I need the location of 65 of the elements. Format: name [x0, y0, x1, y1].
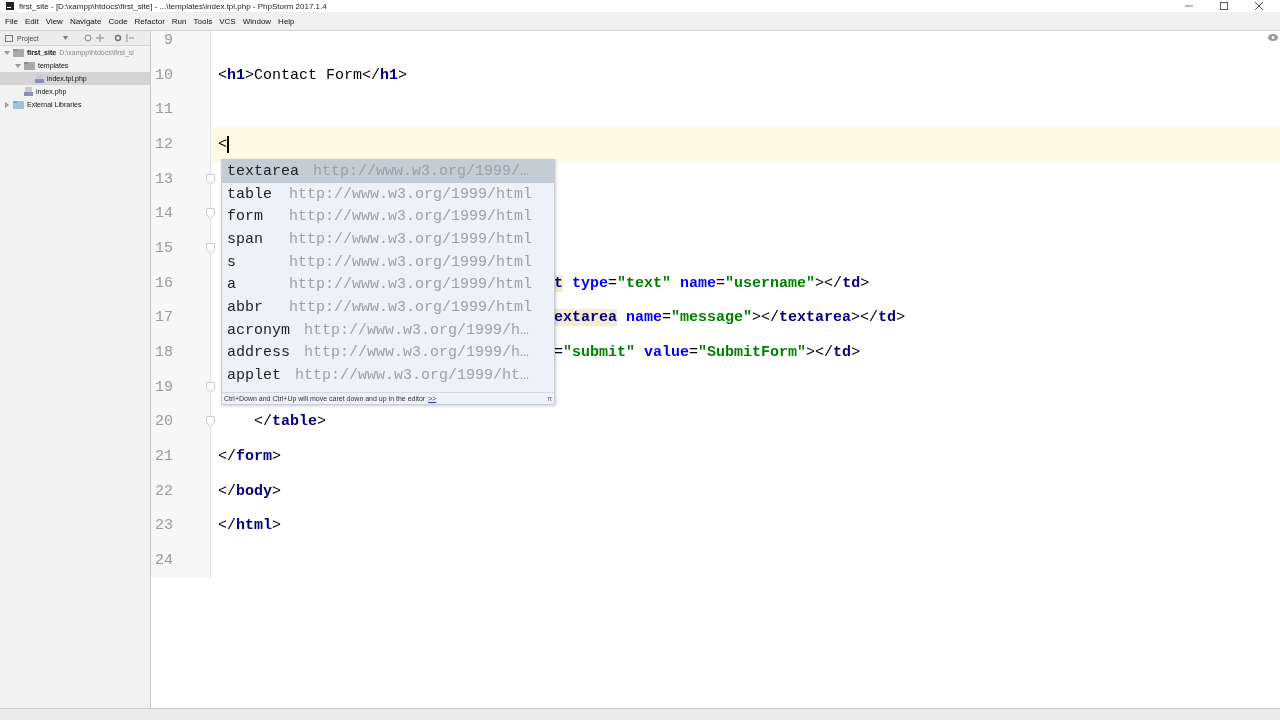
line-number: 12 [154, 135, 173, 153]
fold-marker-icon[interactable] [206, 416, 215, 428]
completion-item[interactable]: form http://www.w3.org/1999/html [222, 205, 544, 229]
expanded-arrow-icon[interactable] [4, 49, 10, 56]
library-icon [13, 100, 24, 109]
menu-item[interactable]: Help [278, 16, 295, 26]
line-number: 16 [154, 274, 173, 292]
menu-item[interactable]: View [45, 16, 63, 26]
menu-item[interactable]: File [5, 16, 18, 26]
line-number: 10 [154, 66, 173, 84]
line-number: 23 [154, 517, 173, 535]
line-number: 14 [154, 205, 173, 223]
dropdown-caret-icon[interactable] [62, 36, 68, 40]
fold-marker-icon[interactable] [206, 242, 215, 254]
line-number: 19 [154, 378, 173, 396]
menu-item[interactable]: Navigate [69, 16, 102, 26]
line-number: 17 [154, 309, 173, 327]
menu-item[interactable]: Code [108, 16, 128, 26]
eye-icon[interactable] [1268, 34, 1278, 41]
line-number: 22 [154, 482, 173, 500]
code-line: </form> [218, 448, 282, 466]
code-line: </body> [218, 482, 282, 500]
fold-marker-icon[interactable] [206, 381, 215, 393]
line-number: 11 [154, 101, 173, 119]
completion-item[interactable]: table http://www.w3.org/1999/html [222, 182, 544, 206]
collapsed-arrow-icon[interactable] [4, 101, 10, 108]
fold-marker-icon[interactable] [206, 173, 215, 185]
code-line: extarea name="message"></textarea></td> [554, 309, 906, 327]
menu-item[interactable]: Refactor [134, 16, 165, 26]
menu-item[interactable]: VCS [219, 16, 236, 26]
window-title: first_site - [D:\xampp\htdocs\first_site] - ...\templates\index.tpl.php - PhpStorm 2017.1.4 [19, 1, 328, 11]
menu-item[interactable]: Window [242, 16, 272, 26]
code-line: <h1>Contact Form</h1> [218, 66, 408, 84]
completion-item[interactable]: address http://www.w3.org/1999/h… [222, 341, 544, 365]
folder-icon [13, 48, 24, 57]
line-number: 20 [154, 413, 173, 431]
completion-item[interactable]: acronym http://www.w3.org/1999/h… [222, 318, 544, 342]
completion-item[interactable]: abbr http://www.w3.org/1999/html [222, 296, 544, 319]
expanded-arrow-icon[interactable] [15, 62, 21, 69]
fold-marker-icon[interactable] [206, 208, 215, 220]
completion-item[interactable]: span http://www.w3.org/1999/html [222, 228, 544, 251]
line-number: 24 [154, 552, 173, 570]
project-icon [5, 34, 13, 42]
code-line: < [218, 135, 229, 153]
code-line: </html> [218, 517, 282, 535]
menu-item[interactable]: Edit [24, 16, 39, 26]
line-number: 18 [154, 344, 173, 362]
completion-item[interactable]: a http://www.w3.org/1999/html [222, 273, 544, 297]
line-number: 13 [154, 170, 173, 188]
php-file-icon [35, 74, 44, 83]
line-number: 9 [163, 31, 173, 49]
completion-item[interactable]: applet http://www.w3.org/1999/ht… [222, 364, 544, 387]
completion-item[interactable]: s http://www.w3.org/1999/html [222, 250, 544, 274]
folder-icon [24, 61, 35, 70]
line-number: 15 [154, 239, 173, 257]
target-icon[interactable] [83, 34, 92, 42]
menu-item[interactable]: Run [171, 16, 187, 26]
code-line: ="submit" value="SubmitForm"></td> [554, 344, 861, 362]
menu-item[interactable]: Tools [193, 16, 213, 26]
php-file-icon [24, 87, 33, 96]
hide-panel-icon[interactable] [125, 34, 134, 42]
text-caret [227, 135, 229, 153]
collapse-icon[interactable] [95, 34, 104, 42]
line-number: 21 [154, 448, 173, 466]
code-line: </table> [253, 413, 327, 431]
